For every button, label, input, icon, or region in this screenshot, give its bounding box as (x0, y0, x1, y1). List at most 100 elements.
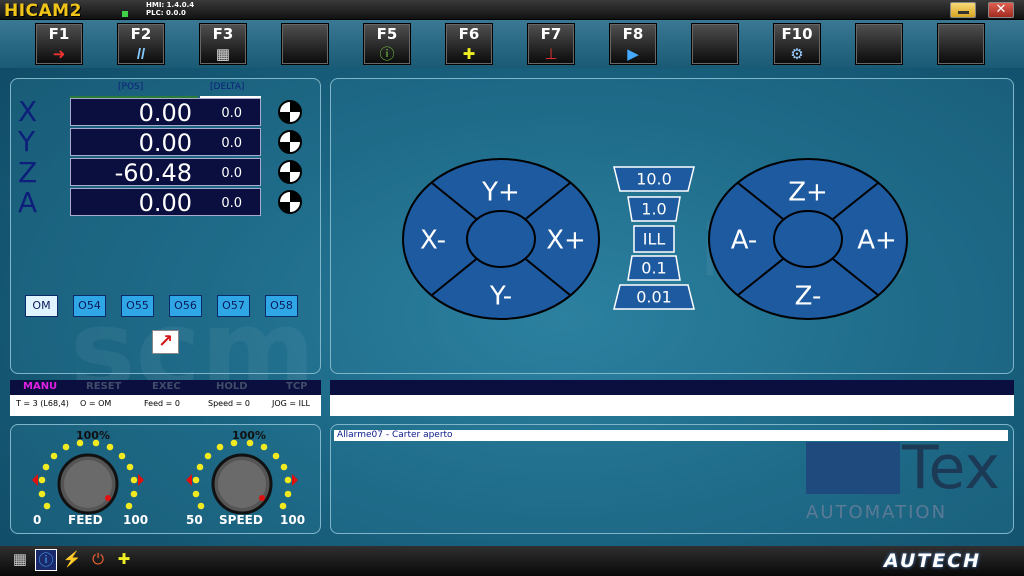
function-key-bar: F1 ➜ F2// F3 ▦ F5 ⓘ F6 ✚ F7 ⊥ F8 ▶ F10 ⚙ (0, 20, 1024, 68)
speed-label: SPEED (219, 513, 263, 527)
slash-icon: // (136, 46, 146, 63)
f6-button[interactable]: F6 ✚ (445, 23, 493, 65)
mode-header: MANU RESET EXEC HOLD TCP (10, 380, 321, 395)
step-10-label: 10.0 (636, 170, 672, 189)
f3-button[interactable]: F3 ▦ (199, 23, 247, 65)
f5-button[interactable]: F5 ⓘ (363, 23, 411, 65)
power-plug-icon[interactable]: ⚡ (61, 549, 83, 571)
feed-min: 0 (33, 513, 42, 527)
status-led (122, 11, 128, 17)
hicam-main-window: scm iscore HICAM2 HMI: 1.4.0.4 PLC: 0.0.… (0, 0, 1024, 576)
mode-reset: RESET (86, 381, 122, 392)
status-values: T = 3 (L68,4) O = OM Feed = 0 Speed = 0 … (10, 395, 321, 416)
jog-step-selector: 10.0 1.0 ILL 0.1 0.01 (613, 166, 695, 310)
output-o55-button[interactable]: O55 (121, 295, 154, 317)
jog-y-plus[interactable]: Y+ (481, 178, 520, 208)
output-o58-button[interactable]: O58 (265, 295, 298, 317)
zero-cross-icon: ✚ (462, 46, 476, 63)
output-o57-button[interactable]: O57 (217, 295, 250, 317)
jog-controls: Y+ Y- X- X+ Z+ Z- A- A+ 10.0 1.0 ILL 0.1… (402, 158, 908, 320)
speed-knob-indicator (259, 495, 265, 501)
step-ill-label: ILL (643, 230, 666, 249)
jog-x-plus[interactable]: X+ (546, 226, 586, 256)
x-position: 0.00 (138, 99, 192, 127)
override-knobs (32, 439, 298, 515)
calculator-icon[interactable]: ▦ (9, 549, 31, 571)
close-button[interactable]: ✕ (988, 2, 1014, 18)
feed-knob[interactable] (32, 439, 144, 515)
z-delta: 0.0 (221, 166, 242, 181)
blank-key-4[interactable] (937, 23, 985, 65)
pos-header: [POS] (118, 82, 144, 92)
feed-knob-indicator (105, 495, 111, 501)
blank-key-1[interactable] (281, 23, 329, 65)
help-icon[interactable]: ⓘ (35, 549, 57, 571)
zero-z-button[interactable] (278, 160, 302, 184)
axis-label-y: Y (18, 125, 36, 158)
tex-logo: Tex (902, 433, 1000, 503)
tool-change-icon[interactable]: ↗ (152, 330, 179, 354)
jog-x-minus[interactable]: X- (420, 226, 446, 256)
feed-increase-arrow[interactable] (138, 474, 144, 486)
output-om-button[interactable]: OM (25, 295, 58, 317)
zero-x-button[interactable] (278, 100, 302, 124)
feed-percent: 100% (76, 429, 110, 442)
blank-key-3[interactable] (855, 23, 903, 65)
f8-button[interactable]: F8 ▶ (609, 23, 657, 65)
blocks-icon: ▦ (215, 46, 231, 63)
feed-decrease-arrow[interactable] (32, 474, 38, 486)
automation-logo-text: AUTOMATION (806, 502, 948, 523)
speed-increase-arrow[interactable] (292, 474, 298, 486)
axis-z-readout: -60.48 0.0 (70, 158, 261, 187)
xy-jog-pad: Y+ Y- X- X+ (402, 158, 600, 320)
mode-manu: MANU (23, 381, 58, 392)
jog-a-plus[interactable]: A+ (857, 226, 897, 256)
bottom-toolbar: ▦ ⓘ ⚡ ⏻ ✚ (0, 546, 1024, 576)
tool-status: T = 3 (L68,4) (16, 399, 69, 408)
message-bar (330, 380, 1014, 416)
zero-y-button[interactable] (278, 130, 302, 154)
speed-min: 50 (186, 513, 203, 527)
blank-key-2[interactable] (691, 23, 739, 65)
output-o54-button[interactable]: O54 (73, 295, 106, 317)
speed-percent: 100% (232, 429, 266, 442)
tool-info-icon: ⓘ (379, 46, 395, 63)
axis-y-readout: 0.00 0.0 (70, 128, 261, 157)
f10-button[interactable]: F10 ⚙ (773, 23, 821, 65)
a-position: 0.00 (138, 189, 192, 217)
power-off-icon[interactable]: ⏻ (87, 549, 109, 571)
jog-status: JOG = ILL (272, 399, 310, 408)
speed-knob[interactable] (186, 439, 298, 515)
jog-z-plus[interactable]: Z+ (788, 178, 828, 208)
f7-button[interactable]: F7 ⊥ (527, 23, 575, 65)
jog-y-minus[interactable]: Y- (489, 282, 512, 312)
jog-z-minus[interactable]: Z- (795, 282, 822, 312)
speed-decrease-arrow[interactable] (186, 474, 192, 486)
tex-logo-flag (806, 442, 900, 494)
a-delta: 0.0 (221, 196, 242, 211)
axis-label-x: X (18, 95, 38, 128)
plc-version: PLC: 0.0.0 (146, 9, 186, 17)
zero-a-button[interactable] (278, 190, 302, 214)
y-position: 0.00 (138, 129, 192, 157)
feed-status: Feed = 0 (144, 399, 180, 408)
tool-reset-icon[interactable]: ✚ (113, 549, 135, 571)
autech-logo: AUTECH (884, 550, 982, 572)
za-jog-pad: Z+ Z- A- A+ (708, 158, 908, 320)
output-o56-button[interactable]: O56 (169, 295, 202, 317)
minimize-button[interactable] (950, 2, 976, 18)
f1-button[interactable]: F1 ➜ (35, 23, 83, 65)
feed-label: FEED (68, 513, 103, 527)
version-info: HMI: 1.4.0.4 PLC: 0.0.0 (146, 1, 194, 17)
mode-exec: EXEC (152, 381, 181, 392)
title-bar: HICAM2 HMI: 1.4.0.4 PLC: 0.0.0 ✕ (0, 0, 1024, 21)
jog-a-minus[interactable]: A- (731, 226, 758, 256)
step-01-label: 0.1 (641, 259, 666, 278)
mode-tcp: TCP (286, 381, 308, 392)
step-001-label: 0.01 (636, 288, 672, 307)
f2-button[interactable]: F2// (117, 23, 165, 65)
za-center-button[interactable] (773, 210, 843, 268)
x-delta: 0.0 (221, 106, 242, 121)
xy-center-button[interactable] (466, 210, 536, 268)
speed-max: 100 (280, 513, 306, 527)
